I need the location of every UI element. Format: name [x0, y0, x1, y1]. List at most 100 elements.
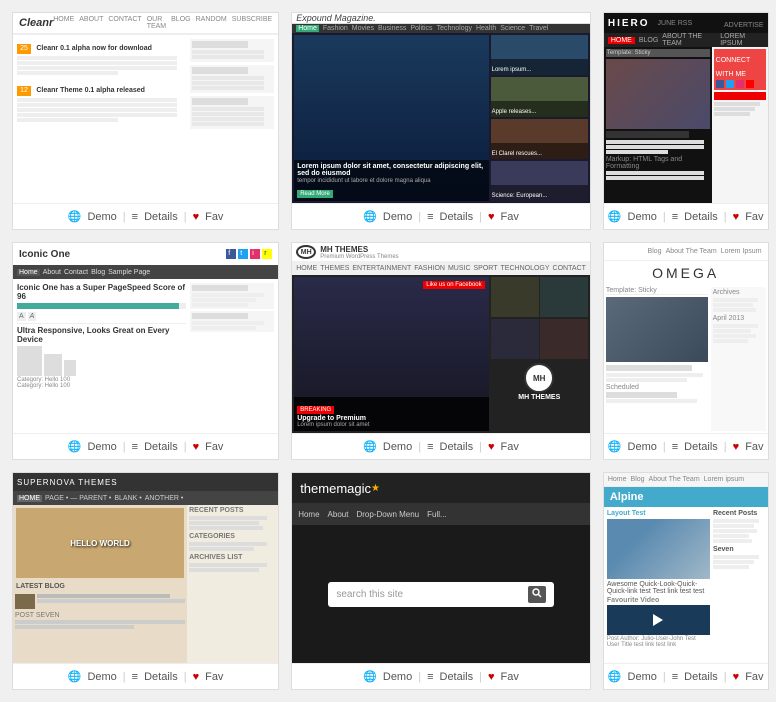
- expound-thumb-2: Apple releases...: [491, 77, 588, 117]
- omega-logo-area: OMEGA: [604, 261, 768, 285]
- expound-sidebar: Lorem ipsum... Apple releases... El Clar…: [491, 35, 588, 201]
- mhthemes-demo-link[interactable]: Demo: [383, 441, 412, 453]
- hiero-details-link[interactable]: Details: [684, 211, 718, 223]
- heart-icon: ♥: [193, 671, 200, 683]
- snova-logo: SUPERNOVA THEMES: [17, 478, 118, 487]
- supernova-fav-link[interactable]: Fav: [205, 671, 223, 683]
- globe-icon: 🌐: [608, 210, 622, 223]
- thememagic-demo-link[interactable]: Demo: [383, 671, 412, 683]
- theme-preview-expound: Expound Magazine. Home Fashion Movies Bu…: [292, 13, 590, 203]
- alpine-header: Alpine: [604, 487, 768, 507]
- snova-body: HELLO WORLD LATEST BLOG POST SEVEN: [13, 505, 278, 663]
- cleanr-details-link[interactable]: Details: [144, 211, 178, 223]
- iconic-details-link[interactable]: Details: [144, 441, 178, 453]
- heart-icon: ♥: [733, 211, 740, 223]
- theme-card-mhthemes: MH MH THEMES Premium WordPress Themes HO…: [291, 242, 591, 460]
- tmagic-nav: Home About Drop-Down Menu Full...: [292, 503, 590, 525]
- tmagic-search-box: search this site: [328, 582, 553, 607]
- list-icon: ≡: [132, 441, 138, 453]
- cleanr-nav-item: BLOG: [171, 16, 190, 30]
- iconic-actions: 🌐 Demo | ≡ Details | ♥ Fav: [13, 433, 278, 459]
- thememagic-fav-link[interactable]: Fav: [501, 671, 519, 683]
- expound-nav: Home Fashion Movies Business Politics Te…: [292, 24, 590, 33]
- heart-icon: ♥: [193, 211, 200, 223]
- expound-nav-item: Business: [378, 25, 406, 32]
- theme-card-supernova: SUPERNOVA THEMES HOME PAGE • — PARENT • …: [12, 472, 279, 690]
- divider: |: [123, 441, 126, 453]
- cleanr-sidebar: [190, 39, 274, 199]
- supernova-demo-link[interactable]: Demo: [87, 671, 116, 683]
- theme-preview-iconic: Iconic One f t i r Home About Contact Bl…: [13, 243, 278, 433]
- mh-header: MH MH THEMES Premium WordPress Themes: [292, 243, 590, 261]
- alpine-fav-link[interactable]: Fav: [745, 671, 763, 683]
- omega-logo: OMEGA: [608, 265, 764, 281]
- divider: |: [663, 441, 666, 453]
- expound-nav-item: Technology: [437, 25, 472, 32]
- globe-icon: 🌐: [363, 440, 377, 453]
- thememagic-details-link[interactable]: Details: [440, 671, 474, 683]
- snova-main: HELLO WORLD LATEST BLOG POST SEVEN: [13, 505, 187, 663]
- expound-fav-link[interactable]: Fav: [501, 211, 519, 223]
- alpine-details-link[interactable]: Details: [684, 671, 718, 683]
- expound-body: Lorem ipsum dolor sit amet, consectetur …: [292, 33, 590, 203]
- mhthemes-details-link[interactable]: Details: [440, 441, 474, 453]
- divider: |: [123, 211, 126, 223]
- theme-card-alpine: Home Blog About The Team Lorem ipsum Alp…: [603, 472, 769, 690]
- omega-details-link[interactable]: Details: [684, 441, 718, 453]
- theme-preview-hiero: HIERO JUNE RSS ADVERTISE HOME BLOG ABOUT…: [604, 13, 768, 203]
- divider: |: [479, 441, 482, 453]
- mh-featured: Like us on Facebook BREAKING Upgrade to …: [294, 277, 488, 431]
- expound-demo-link[interactable]: Demo: [383, 211, 412, 223]
- alpine-body: Layout Test Awesome Quick-Look-Quick-Qui…: [604, 507, 768, 663]
- iconic-social: f t i r: [226, 249, 272, 259]
- alpine-logo: Alpine: [610, 491, 644, 503]
- theme-card-omega: Blog About The Team Lorem Ipsum OMEGA Te…: [603, 242, 769, 460]
- iconic-nav: Home About Contact Blog Sample Page: [13, 265, 278, 279]
- list-icon: ≡: [132, 211, 138, 223]
- cleanr-actions: 🌐 Demo | ≡ Details | ♥ Fav: [13, 203, 278, 229]
- cleanr-nav-item: RANDOM: [196, 16, 227, 30]
- globe-icon: 🌐: [608, 670, 622, 683]
- mhthemes-fav-link[interactable]: Fav: [501, 441, 519, 453]
- globe-icon: 🌐: [68, 670, 82, 683]
- globe-icon: 🌐: [363, 670, 377, 683]
- tmagic-logo: thememagic: [300, 481, 371, 496]
- mh-sidebar: MH MH THEMES: [491, 277, 588, 431]
- alpine-actions: 🌐 Demo | ≡ Details | ♥ Fav: [604, 663, 768, 689]
- tmagic-search-button[interactable]: [528, 586, 546, 603]
- alpine-main: Layout Test Awesome Quick-Look-Quick-Qui…: [607, 510, 710, 660]
- iconic-fav-link[interactable]: Fav: [205, 441, 223, 453]
- divider: |: [184, 441, 187, 453]
- cleanr-fav-link[interactable]: Fav: [205, 211, 223, 223]
- hiero-fav-link[interactable]: Fav: [745, 211, 763, 223]
- divider: |: [724, 441, 727, 453]
- omega-demo-link[interactable]: Demo: [628, 441, 657, 453]
- hiero-demo-link[interactable]: Demo: [628, 211, 657, 223]
- mh-logo: MH: [296, 245, 316, 259]
- search-icon: [532, 588, 542, 598]
- tmagic-search-placeholder: search this site: [336, 589, 527, 600]
- hiero-body: Template: Sticky Markup: HTML Tags and F…: [604, 47, 768, 203]
- hiero-logo: HIERO: [608, 18, 650, 29]
- divider: |: [123, 671, 126, 683]
- iconic-demo-link[interactable]: Demo: [87, 441, 116, 453]
- expound-nav-item: Health: [476, 25, 496, 32]
- theme-preview-alpine: Home Blog About The Team Lorem ipsum Alp…: [604, 473, 768, 663]
- supernova-details-link[interactable]: Details: [144, 671, 178, 683]
- alpine-demo-link[interactable]: Demo: [628, 671, 657, 683]
- mhthemes-actions: 🌐 Demo | ≡ Details | ♥ Fav: [292, 433, 590, 459]
- iconic-header: Iconic One f t i r: [13, 243, 278, 265]
- divider: |: [418, 441, 421, 453]
- cleanr-demo-link[interactable]: Demo: [87, 211, 116, 223]
- hiero-main: Template: Sticky Markup: HTML Tags and F…: [604, 47, 712, 203]
- divider: |: [184, 211, 187, 223]
- expound-nav-item: Science: [500, 25, 525, 32]
- alpine-sidebar: Recent Posts Seven: [713, 510, 765, 660]
- snova-sidebar: RECENT POSTS CATEGORIES ARCHIVES LIST: [187, 505, 278, 663]
- omega-fav-link[interactable]: Fav: [745, 441, 763, 453]
- expound-details-link[interactable]: Details: [440, 211, 474, 223]
- divider: |: [418, 671, 421, 683]
- heart-icon: ♥: [733, 441, 740, 453]
- globe-icon: 🌐: [68, 210, 82, 223]
- expound-thumb-3: El Clarel rescues...: [491, 119, 588, 159]
